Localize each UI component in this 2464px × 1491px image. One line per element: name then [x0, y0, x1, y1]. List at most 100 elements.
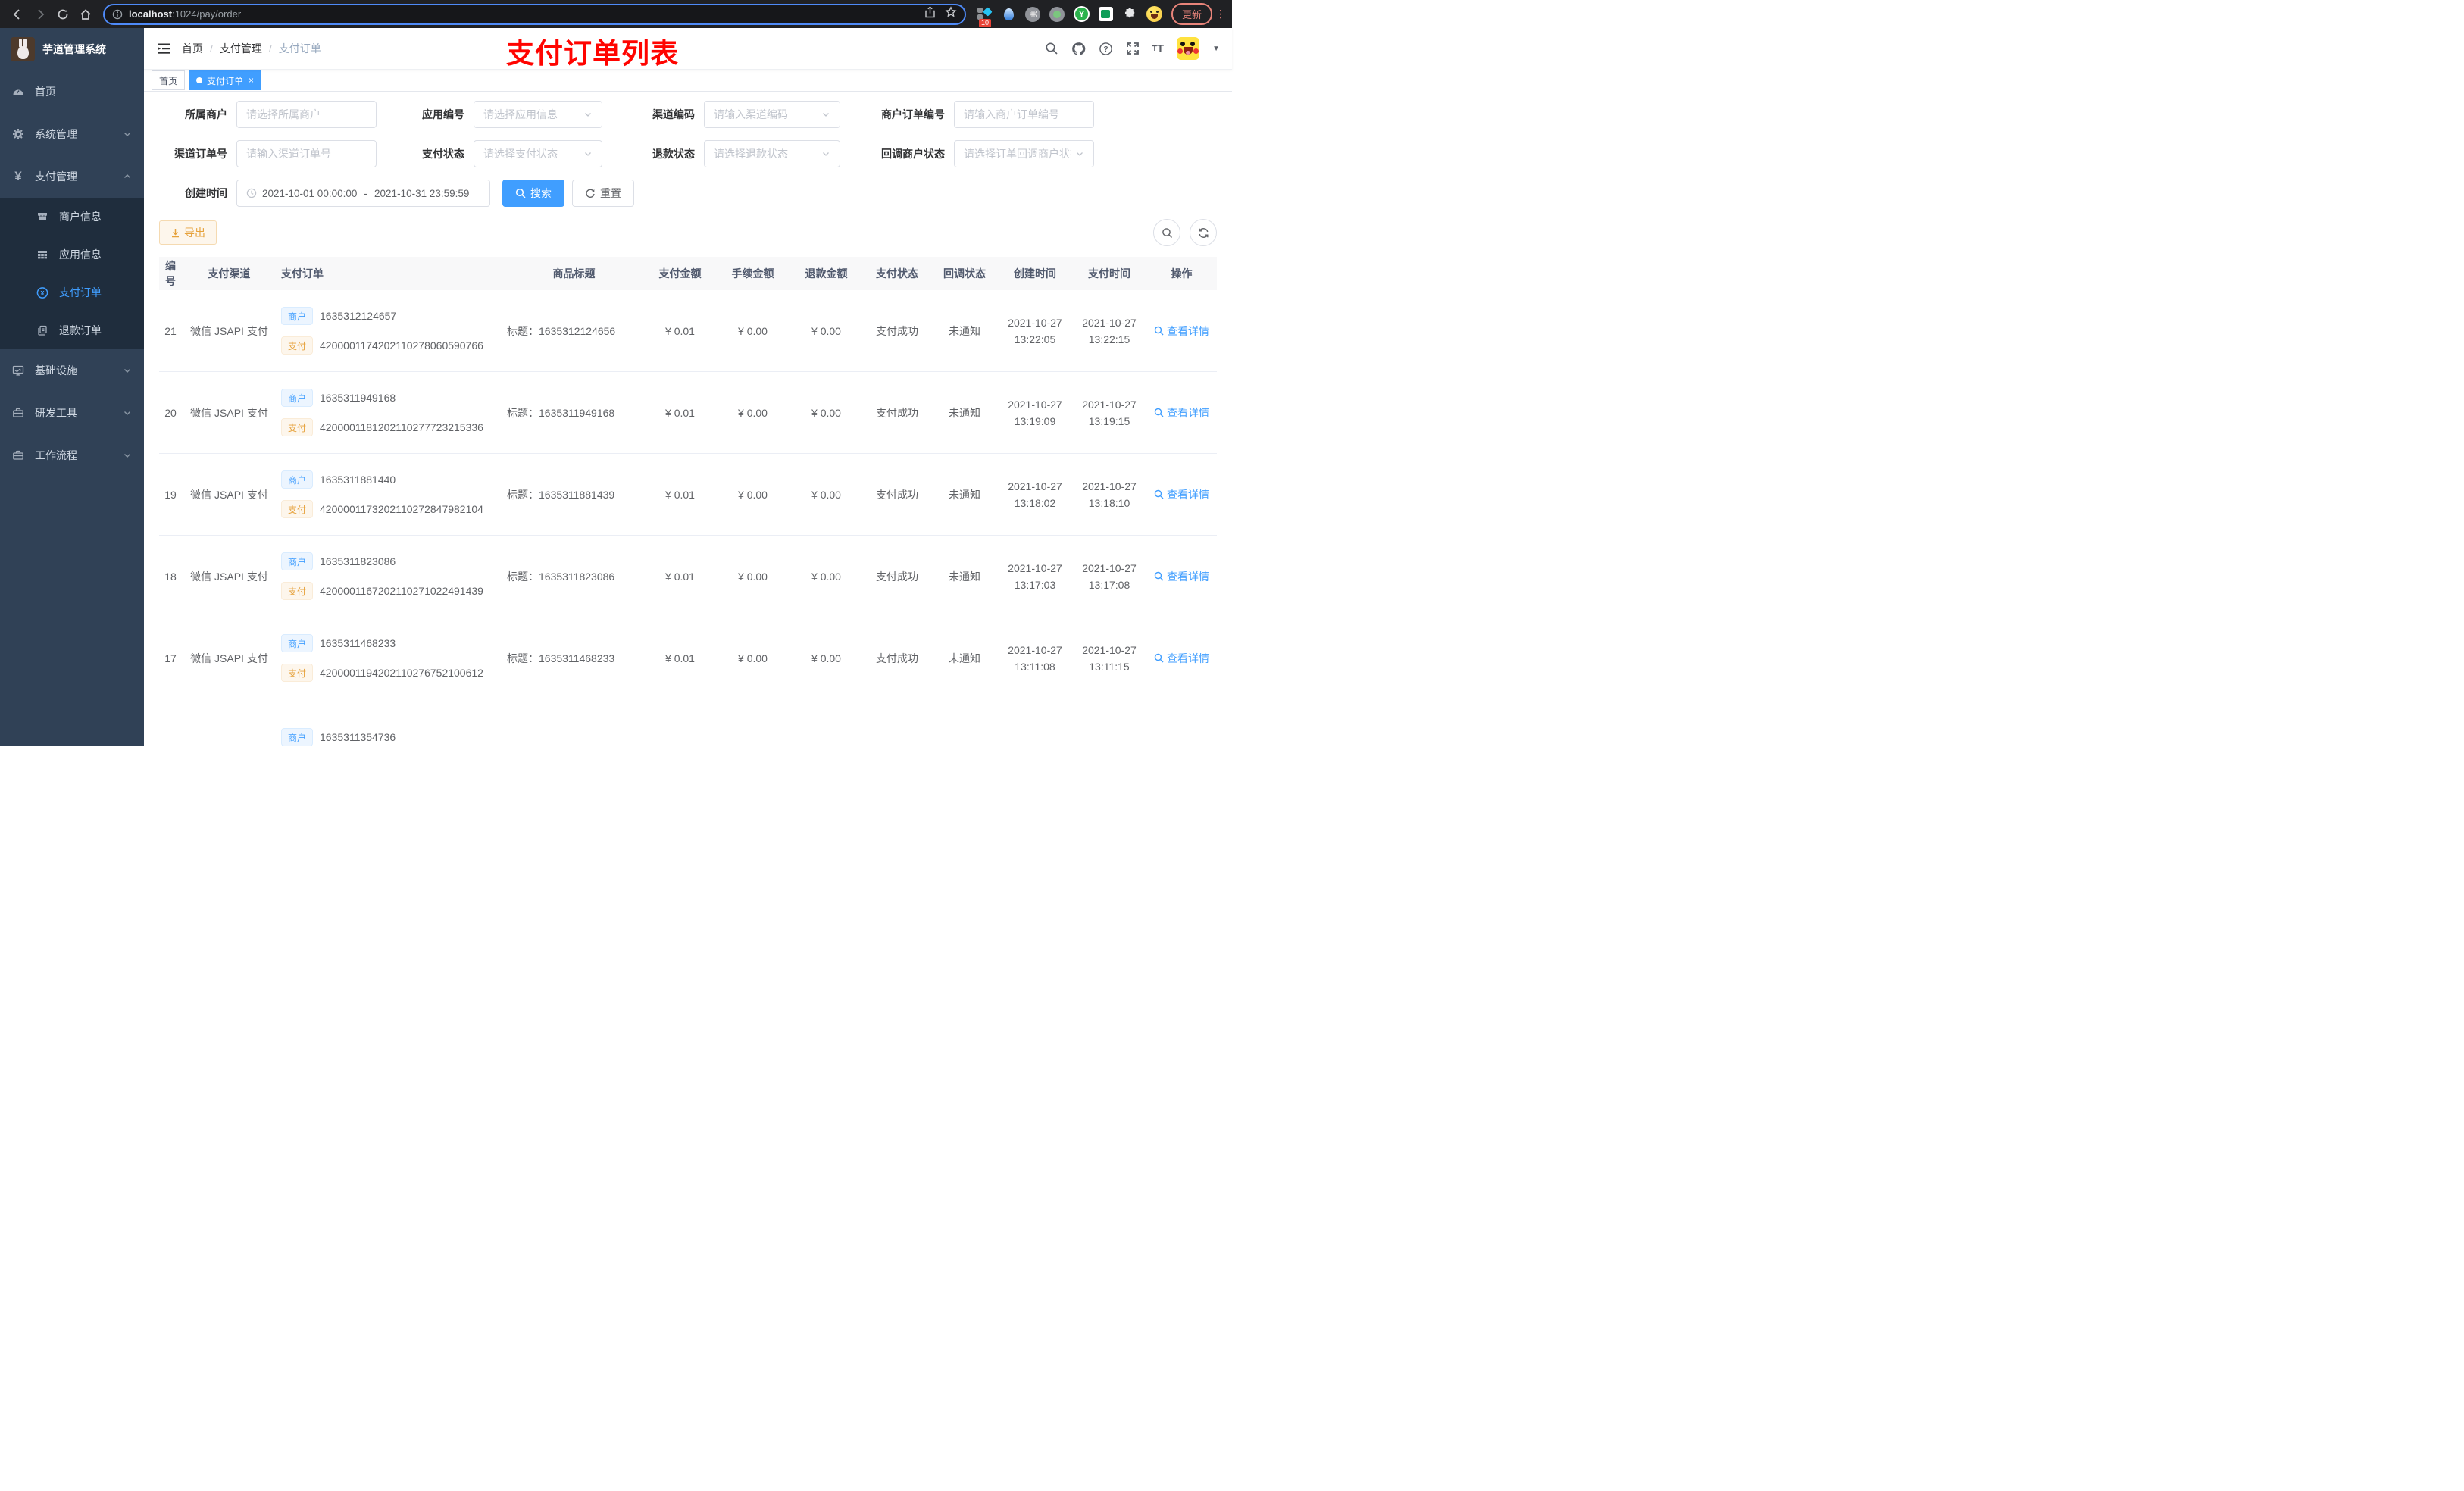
extension-badge: 10 — [978, 19, 991, 27]
github-icon[interactable] — [1071, 42, 1086, 56]
reset-button[interactable]: 重置 — [572, 180, 634, 207]
view-detail-link[interactable]: 查看详情 — [1154, 569, 1209, 584]
merchant-select-input[interactable] — [246, 108, 367, 120]
url-bar[interactable]: localhost:1024/pay/order — [103, 3, 966, 25]
update-button[interactable]: 更新 — [1171, 3, 1212, 25]
view-detail-link[interactable]: 查看详情 — [1154, 405, 1209, 420]
cell-fee-amount: ¥ 0.00 — [738, 570, 768, 583]
bookmark-star-icon[interactable] — [945, 6, 957, 22]
extension-command-icon[interactable]: ⌘ — [1025, 6, 1041, 22]
cell-create-time: 2021-10-27 13:18:02 — [1008, 480, 1062, 509]
font-size-icon[interactable]: TT — [1152, 42, 1164, 55]
caret-down-icon[interactable]: ▼ — [1212, 45, 1220, 53]
forward-icon[interactable] — [30, 5, 50, 24]
sidebar-item-label: 工作流程 — [35, 449, 77, 461]
fullscreen-icon[interactable] — [1126, 42, 1140, 55]
cell-pay-channel: 微信 JSAPI 支付 — [190, 488, 268, 501]
app-title: 芋道管理系统 — [42, 43, 106, 55]
pay-status-select[interactable]: 请选择支付状态 — [474, 140, 602, 167]
channel-order-no-input[interactable] — [236, 140, 377, 167]
sidebar-item-system[interactable]: 系统管理 — [0, 113, 144, 155]
svg-text:?: ? — [1103, 45, 1108, 54]
sidebar-fold-icon[interactable] — [156, 41, 171, 56]
merchant-order-no: 1635311949168 — [320, 392, 396, 404]
extension-record-icon[interactable] — [1049, 6, 1065, 22]
content: 所属商户 应用编号 请选择应用信息 渠道编码 请输入渠道编码 商户订单编号 渠道… — [144, 92, 1232, 746]
extension-emoji-icon[interactable] — [1146, 6, 1162, 22]
cell-order-id: 20 — [164, 406, 177, 419]
view-detail-link[interactable]: 查看详情 — [1154, 651, 1209, 666]
table-row: 19 微信 JSAPI 支付 商户 1635311881440 支付 4200001173… — [159, 454, 1217, 536]
refund-status-select[interactable]: 请选择退款状态 — [704, 140, 840, 167]
kebab-menu-icon[interactable]: ⋮ — [1215, 8, 1226, 19]
sidebar-item-pay-order[interactable]: ¥ 支付订单 — [0, 274, 144, 311]
sidebar-item-home[interactable]: 首页 — [0, 70, 144, 113]
share-icon[interactable] — [924, 6, 936, 22]
tags-view-bar: 首页 支付订单 × — [144, 70, 1232, 92]
tab-home[interactable]: 首页 — [152, 70, 186, 90]
cell-refund-amount: ¥ 0.00 — [811, 652, 841, 664]
document-icon — [36, 324, 48, 336]
gear-icon — [12, 128, 24, 140]
toggle-search-button[interactable] — [1153, 219, 1180, 246]
channel-order-no-field[interactable] — [246, 148, 367, 160]
close-tab-icon[interactable]: × — [249, 76, 254, 85]
cell-action: 查看详情 — [1146, 569, 1217, 584]
cell-pay-channel: 微信 JSAPI 支付 — [190, 652, 268, 664]
extension-y-icon[interactable]: Y — [1073, 6, 1090, 22]
view-detail-link[interactable]: 查看详情 — [1154, 324, 1209, 339]
export-button[interactable]: 导出 — [159, 220, 217, 245]
url-path: :1024/pay/order — [172, 8, 242, 20]
sidebar-item-refund-order[interactable]: 退款订单 — [0, 311, 144, 349]
sidebar-item-workflow[interactable]: 工作流程 — [0, 434, 144, 477]
channel-code-select[interactable]: 请输入渠道编码 — [704, 101, 840, 128]
sidebar-item-app-info[interactable]: 应用信息 — [0, 236, 144, 274]
home-icon[interactable] — [76, 5, 95, 24]
sidebar-item-merchant-info[interactable]: 商户信息 — [0, 198, 144, 236]
reload-icon[interactable] — [53, 5, 73, 24]
merchant-order-no-field[interactable] — [964, 108, 1084, 120]
sidebar-item-pay[interactable]: ¥ 支付管理 — [0, 155, 144, 198]
search-button[interactable]: 搜索 — [502, 180, 564, 207]
toolbox-icon — [12, 407, 24, 419]
merchant-order-no-input[interactable] — [954, 101, 1094, 128]
app-select[interactable]: 请选择应用信息 — [474, 101, 602, 128]
filter-label: 退款状态 — [652, 148, 695, 160]
col-header-id: 编号 — [165, 260, 176, 287]
cell-pay-amount: ¥ 0.01 — [665, 652, 695, 664]
url-text: localhost:1024/pay/order — [129, 8, 924, 20]
merchant-order-no: 1635311823086 — [320, 555, 396, 567]
avatar[interactable] — [1177, 37, 1200, 60]
cell-notify-status: 未通知 — [949, 406, 980, 419]
app-logo[interactable]: 芋道管理系统 — [0, 28, 144, 70]
cell-pay-order: 商户 1635311468233 支付 42000011942021102767521… — [277, 634, 504, 682]
col-header-fee-amount: 手续金额 — [731, 267, 774, 280]
col-header-create-time: 创建时间 — [1014, 267, 1056, 280]
cell-pay-status: 支付成功 — [876, 570, 918, 583]
view-detail-link[interactable]: 查看详情 — [1154, 487, 1209, 502]
merchant-select[interactable] — [236, 101, 377, 128]
notify-status-select[interactable]: 请选择订单回调商户状态 — [954, 140, 1094, 167]
sidebar-item-infra[interactable]: 基础设施 — [0, 349, 144, 392]
table-row: 17 微信 JSAPI 支付 商户 1635311468233 支付 4200001194… — [159, 617, 1217, 699]
extension-chat-icon[interactable] — [1098, 6, 1114, 22]
tab-pay-order[interactable]: 支付订单 × — [189, 70, 262, 90]
page: localhost:1024/pay/order 10 ⌘ Y 更新 ⋮ 芋道管… — [0, 0, 1232, 746]
pay-tag: 支付 — [281, 582, 314, 600]
cell-create-time: 2021-10-27 13:19:09 — [1008, 398, 1062, 427]
extension-balloon-icon[interactable] — [1001, 6, 1017, 22]
sidebar-item-devtools[interactable]: 研发工具 — [0, 392, 144, 434]
breadcrumb-home[interactable]: 首页 — [182, 41, 203, 56]
refresh-button[interactable] — [1190, 219, 1217, 246]
question-icon[interactable]: ? — [1099, 42, 1113, 56]
breadcrumb-pay[interactable]: 支付管理 — [220, 41, 262, 56]
site-info-icon[interactable] — [112, 9, 123, 20]
extension-blocks-icon[interactable]: 10 — [977, 6, 993, 27]
back-icon[interactable] — [8, 5, 27, 24]
chevron-down-icon — [123, 366, 132, 375]
cell-action: 查看详情 — [1146, 651, 1217, 666]
create-time-range-picker[interactable]: 2021-10-01 00:00:00 - 2021-10-31 23:59:5… — [236, 180, 490, 207]
search-icon[interactable] — [1045, 42, 1058, 55]
extension-puzzle-icon[interactable] — [1122, 6, 1138, 22]
cell-order-id: 21 — [164, 324, 177, 337]
